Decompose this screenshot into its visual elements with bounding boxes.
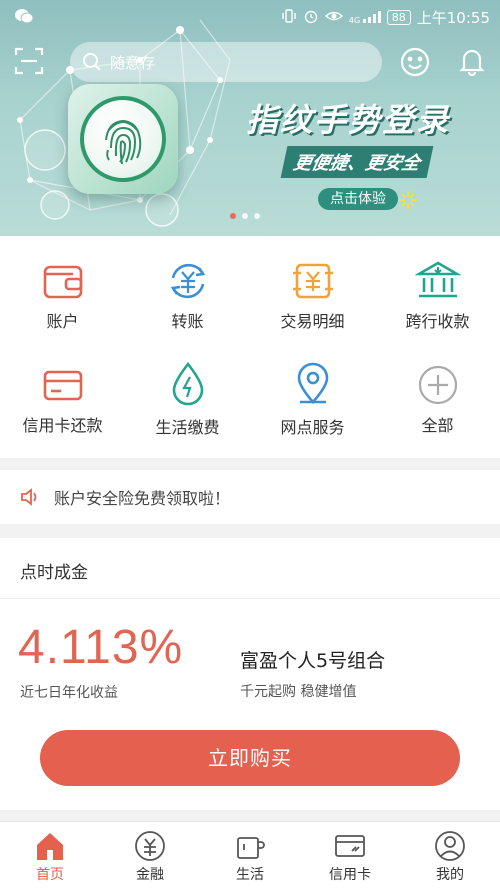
- tab-mine[interactable]: 我的: [400, 822, 500, 889]
- quick-item-utility[interactable]: 生活缴费: [125, 358, 250, 458]
- section-title: 点时成金: [20, 563, 88, 583]
- yield-rate: 4.113%: [18, 621, 184, 674]
- yield-rate-label: 近七日年化收益: [20, 685, 118, 701]
- product-card: 点时成金 4.113% 近七日年化收益 富盈个人5号组合 千元起购 稳健增值 立…: [0, 538, 500, 810]
- vibrate-icon: [281, 8, 297, 28]
- wechat-notification-icon: [14, 8, 34, 28]
- tab-life[interactable]: 生活: [200, 822, 300, 889]
- quick-item-interbank[interactable]: 跨行收款: [375, 254, 500, 354]
- banner-title: 指纹手势登录: [246, 101, 451, 139]
- quick-item-label: 账户: [46, 312, 79, 331]
- quick-item-label: 转账: [171, 312, 204, 331]
- banner-cta-button[interactable]: 点击体验: [318, 188, 398, 210]
- cup-icon: [237, 837, 265, 859]
- signal-icon: 4G: [348, 10, 381, 25]
- banner-subtitle: 更便捷、更安全: [280, 146, 434, 178]
- buy-now-button[interactable]: 立即购买: [40, 730, 460, 786]
- quick-item-transfer[interactable]: 转账: [125, 254, 250, 354]
- plus-circle-icon: [418, 365, 458, 405]
- tab-label: 信用卡: [329, 867, 371, 883]
- tab-label: 首页: [36, 867, 64, 883]
- credit-card-icon: [43, 370, 83, 401]
- quick-item-label: 跨行收款: [405, 312, 470, 331]
- yuan-circle-icon: [135, 831, 165, 861]
- sparkle-icon: [397, 189, 419, 211]
- tab-label: 生活: [236, 867, 264, 883]
- fingerprint-icon: [80, 96, 166, 182]
- eye-comfort-icon: [324, 9, 343, 27]
- search-placeholder: 随意存: [110, 53, 156, 72]
- search-icon: [83, 53, 101, 71]
- home-icon: [37, 833, 63, 860]
- transaction-detail-icon: [293, 263, 333, 299]
- product-description: 千元起购 稳健增值: [240, 684, 357, 700]
- carousel-dot-2[interactable]: [242, 213, 248, 219]
- quick-menu-grid: 账户 转账 交易明细 跨行收款 信用卡还款 生活缴费 网点服务 全部: [0, 236, 500, 458]
- speaker-icon: [21, 488, 37, 506]
- notice-text: 账户安全险免费领取啦！: [54, 489, 231, 508]
- alarm-icon: [303, 8, 319, 28]
- tab-home[interactable]: 首页: [0, 822, 100, 889]
- quick-item-label: 信用卡还款: [22, 416, 103, 435]
- quick-item-label: 生活缴费: [155, 418, 220, 437]
- status-time: 上午10:55: [416, 9, 490, 27]
- scan-icon[interactable]: [14, 46, 44, 76]
- carousel-dot-3[interactable]: [254, 213, 260, 219]
- fingerprint-card: [68, 84, 178, 194]
- quick-item-label: 全部: [421, 416, 454, 435]
- water-drop-bolt-icon: [172, 361, 204, 406]
- wallet-icon: [43, 265, 83, 299]
- tab-label: 我的: [436, 867, 464, 883]
- quick-item-account[interactable]: 账户: [0, 254, 125, 354]
- smile-service-icon[interactable]: [399, 46, 431, 78]
- promo-banner[interactable]: 4G 88 上午10:55 随意存 指纹手势登录 更便捷、更安全 点击体验: [0, 0, 500, 236]
- carousel-dot-1[interactable]: [230, 213, 236, 219]
- search-bar[interactable]: 随意存: [70, 42, 382, 82]
- quick-item-credit-repay[interactable]: 信用卡还款: [0, 358, 125, 458]
- quick-item-branch[interactable]: 网点服务: [250, 358, 375, 458]
- notice-bar[interactable]: 账户安全险免费领取啦！: [0, 470, 500, 524]
- quick-item-all[interactable]: 全部: [375, 358, 500, 458]
- quick-item-label: 网点服务: [280, 418, 345, 437]
- tab-finance[interactable]: 金融: [100, 822, 200, 889]
- bell-icon[interactable]: [456, 45, 488, 77]
- card-icon: [335, 835, 365, 857]
- transfer-yuan-icon: [170, 263, 206, 299]
- bottom-nav: 首页 金融 生活 信用卡 我的: [0, 821, 500, 889]
- network-type-label: 4G: [348, 15, 361, 25]
- section-divider: [0, 598, 500, 599]
- carousel-dots[interactable]: [230, 213, 260, 219]
- tab-label: 金融: [136, 867, 164, 883]
- status-bar: 4G 88 上午10:55: [0, 0, 500, 34]
- quick-item-transactions[interactable]: 交易明细: [250, 254, 375, 354]
- tab-credit-card[interactable]: 信用卡: [300, 822, 400, 889]
- location-pin-icon: [297, 362, 329, 404]
- quick-item-label: 交易明细: [280, 312, 345, 331]
- user-icon: [435, 831, 465, 861]
- battery-indicator: 88: [386, 10, 411, 25]
- product-name[interactable]: 富盈个人5号组合: [240, 646, 385, 673]
- bank-icon: [415, 261, 461, 298]
